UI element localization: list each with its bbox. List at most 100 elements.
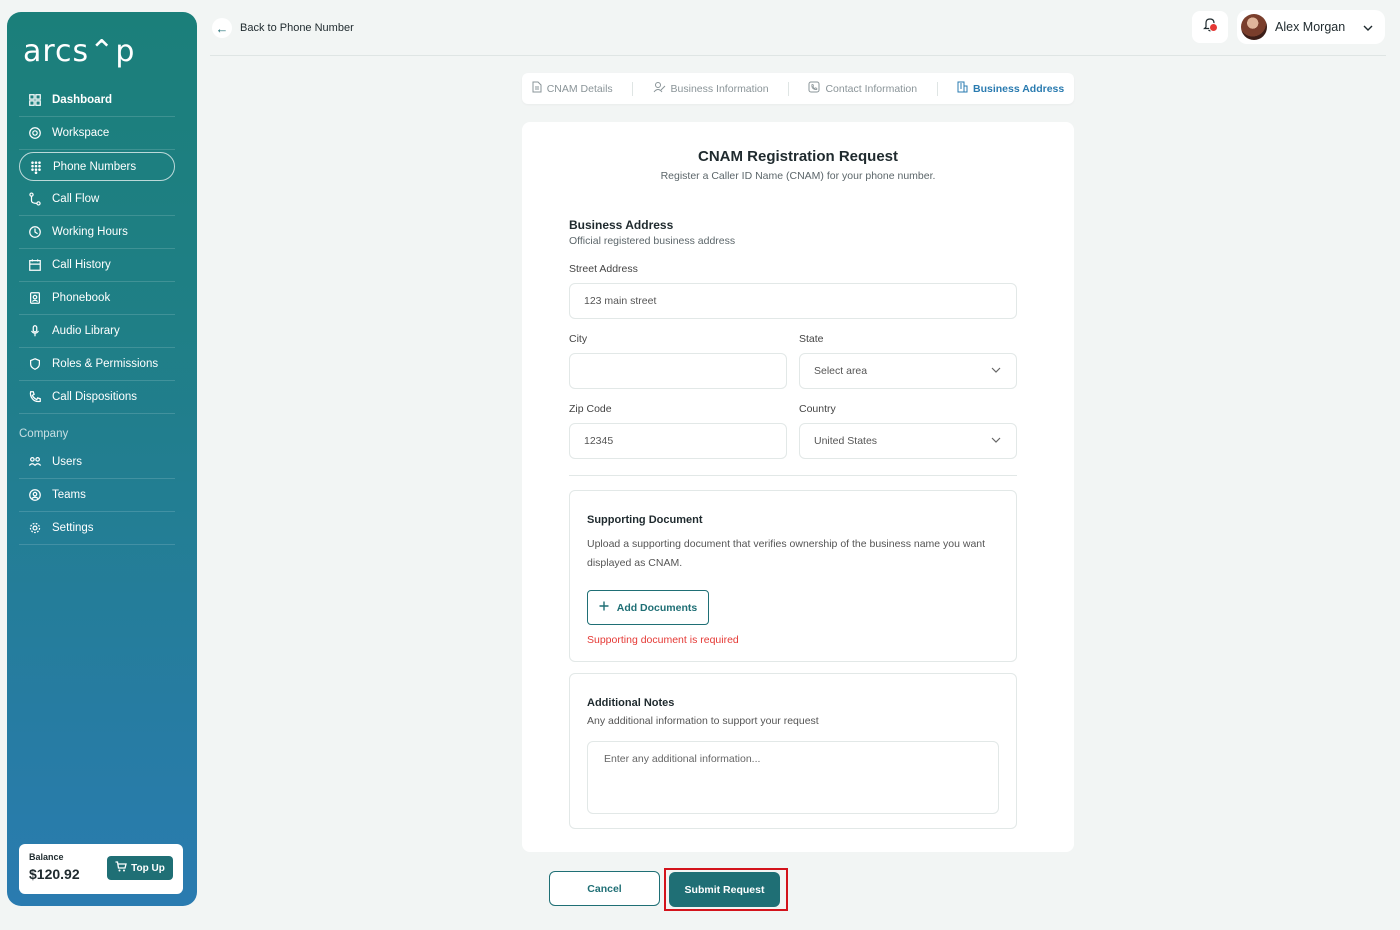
sidebar-item-label: Call History xyxy=(52,259,111,271)
chevron-down-icon xyxy=(1363,20,1373,34)
grid-icon xyxy=(27,92,43,108)
sidebar-item-dashboard[interactable]: Dashboard xyxy=(19,84,175,117)
arrow-left-icon: ← xyxy=(212,18,232,38)
additional-notes-box: Additional Notes Any additional informat… xyxy=(569,673,1017,829)
document-icon xyxy=(532,81,542,96)
add-documents-button[interactable]: Add Documents xyxy=(587,590,709,625)
sidebar-item-working-hours[interactable]: Working Hours xyxy=(19,216,175,249)
shield-icon xyxy=(27,356,43,372)
chevron-down-icon xyxy=(990,434,1002,446)
step-separator xyxy=(632,81,634,96)
tab-label: CNAM Details xyxy=(546,82,613,95)
country-label: Country xyxy=(799,403,836,415)
sidebar-item-label: Phone Numbers xyxy=(53,160,137,173)
sidebar-item-label: Audio Library xyxy=(52,325,120,337)
notes-subtitle: Any additional information to support yo… xyxy=(587,715,819,727)
tab-cnam-details[interactable]: CNAM Details xyxy=(532,81,613,96)
street-value: 123 main street xyxy=(584,295,657,307)
sidebar-item-call-history[interactable]: Call History xyxy=(19,249,175,282)
sidebar-item-label: Working Hours xyxy=(52,226,128,238)
back-label: Back to Phone Number xyxy=(240,22,354,34)
sidebar-item-label: Call Dispositions xyxy=(52,391,138,403)
street-address-input[interactable]: 123 main street xyxy=(569,283,1017,319)
dialpad-icon xyxy=(28,159,44,175)
sidebar: arcs⌃p Dashboard Workspace Phone Numbers… xyxy=(7,12,197,906)
country-select[interactable]: United States xyxy=(799,423,1017,459)
page-title: CNAM Registration Request xyxy=(697,148,899,165)
supporting-document-box: Supporting Document Upload a supporting … xyxy=(569,490,1017,662)
top-up-label: Top Up xyxy=(131,862,165,874)
sidebar-item-label: Roles & Permissions xyxy=(52,358,159,370)
section-subtitle: Official registered business address xyxy=(569,235,736,247)
form-stepper: CNAM Details Business Information Contac… xyxy=(522,73,1074,104)
sidebar-item-label: Users xyxy=(52,456,83,468)
sidebar-item-teams[interactable]: Teams xyxy=(19,479,175,512)
tab-business-information[interactable]: Business Information xyxy=(653,81,769,96)
tab-label: Contact Information xyxy=(825,82,918,95)
state-label: State xyxy=(799,333,824,345)
sidebar-item-phone-numbers[interactable]: Phone Numbers xyxy=(19,152,175,181)
avatar xyxy=(1241,14,1267,40)
zip-label: Zip Code xyxy=(569,403,612,415)
sidebar-item-label: Workspace xyxy=(52,127,110,139)
sidebar-item-label: Dashboard xyxy=(52,94,113,106)
tab-business-address[interactable]: Business Address xyxy=(957,81,1064,96)
tab-label: Business Address xyxy=(972,82,1065,95)
zip-code-input[interactable]: 12345 xyxy=(569,423,787,459)
flow-icon xyxy=(27,191,43,207)
microphone-icon xyxy=(27,323,43,339)
header-divider xyxy=(210,55,1386,56)
sidebar-item-label: Teams xyxy=(52,489,86,501)
building-icon xyxy=(957,81,968,96)
sidebar-nav: Dashboard Workspace Phone Numbers Call F… xyxy=(19,84,175,545)
additional-notes-textarea[interactable]: Enter any additional information... xyxy=(587,741,999,814)
arcsap-logo: arcs⌃p xyxy=(23,34,136,69)
supporting-error: Supporting document is required xyxy=(587,634,739,646)
sidebar-item-audio-library[interactable]: Audio Library xyxy=(19,315,175,348)
users-icon xyxy=(27,454,43,470)
sidebar-item-phonebook[interactable]: Phonebook xyxy=(19,282,175,315)
tab-contact-information[interactable]: Contact Information xyxy=(808,81,917,96)
city-label: City xyxy=(569,333,588,345)
notification-dot xyxy=(1209,23,1218,32)
supporting-title: Supporting Document xyxy=(587,514,703,526)
company-section-label: Company xyxy=(19,428,69,440)
user-sign-icon xyxy=(653,81,666,96)
notes-title: Additional Notes xyxy=(587,697,675,709)
sidebar-item-call-flow[interactable]: Call Flow xyxy=(19,183,175,216)
state-select[interactable]: Select area xyxy=(799,353,1017,389)
submit-request-button[interactable]: Submit Request xyxy=(669,872,780,907)
step-separator xyxy=(788,81,790,96)
notes-placeholder: Enter any additional information... xyxy=(604,753,761,765)
sidebar-item-settings[interactable]: Settings xyxy=(19,512,175,545)
supporting-text: Upload a supporting document that verifi… xyxy=(587,538,986,569)
back-link[interactable]: ← Back to Phone Number xyxy=(212,18,354,38)
state-value: Select area xyxy=(814,365,868,377)
section-title: Business Address xyxy=(569,218,674,232)
cart-icon xyxy=(115,861,127,875)
sidebar-item-label: Settings xyxy=(52,522,94,534)
user-menu[interactable]: Alex Morgan xyxy=(1237,10,1385,44)
form-card: CNAM Registration Request Register a Cal… xyxy=(522,122,1074,852)
step-separator xyxy=(936,81,938,96)
gear-icon xyxy=(27,520,43,536)
sidebar-item-workspace[interactable]: Workspace xyxy=(19,117,175,150)
sidebar-item-roles-permissions[interactable]: Roles & Permissions xyxy=(19,348,175,381)
submit-highlight: Submit Request xyxy=(664,868,788,911)
top-up-button[interactable]: Top Up xyxy=(107,856,173,880)
phone-icon xyxy=(27,389,43,405)
submit-label: Submit Request xyxy=(684,883,765,896)
contact-book-icon xyxy=(27,290,43,306)
clock-icon xyxy=(27,224,43,240)
city-input[interactable] xyxy=(569,353,787,389)
cancel-button[interactable]: Cancel xyxy=(549,871,660,906)
notification-button[interactable] xyxy=(1192,11,1228,43)
user-name: Alex Morgan xyxy=(1275,20,1346,34)
chevron-down-icon xyxy=(990,364,1002,376)
sidebar-item-users[interactable]: Users xyxy=(19,446,175,479)
lifebuoy-icon xyxy=(27,125,43,141)
sidebar-item-call-dispositions[interactable]: Call Dispositions xyxy=(19,381,175,414)
balance-card: Balance $120.92 Top Up xyxy=(19,844,183,894)
sidebar-item-label: Call Flow xyxy=(52,193,100,205)
calendar-icon xyxy=(27,257,43,273)
